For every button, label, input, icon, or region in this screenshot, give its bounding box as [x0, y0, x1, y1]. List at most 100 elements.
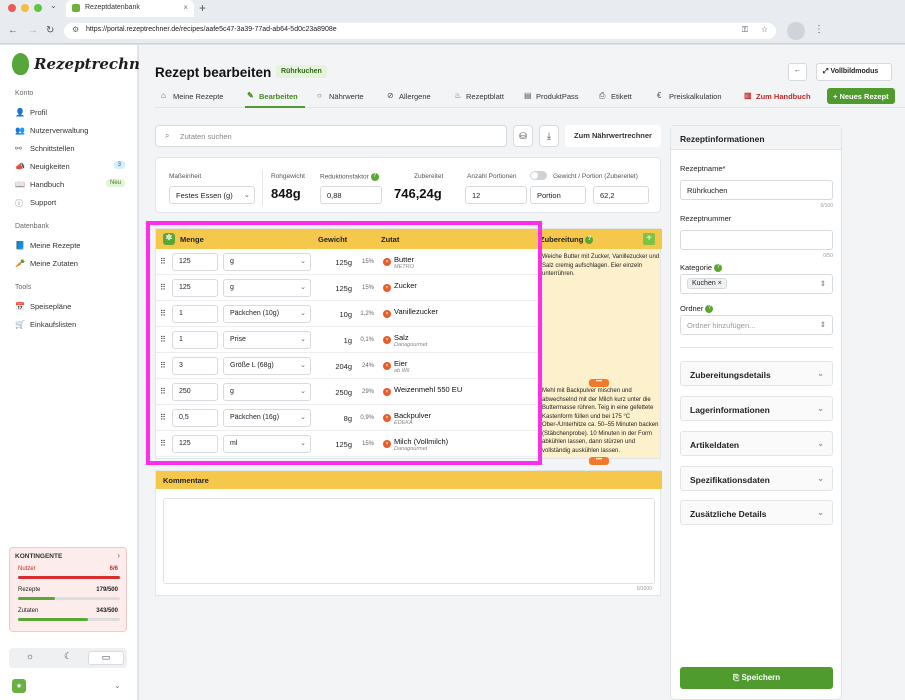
- database-button[interactable]: ⛁: [513, 125, 533, 147]
- ingredient-row[interactable]: ⠿ 3 Größe L (68g) ⌄ 204g 24% × Eier ab Wil: [156, 353, 540, 379]
- tab-meine-rezepte[interactable]: ⌂ Meine Rezepte: [161, 91, 223, 101]
- avatar[interactable]: ●: [12, 679, 26, 693]
- ingredient-name[interactable]: Milch (Vollmilch): [394, 437, 448, 446]
- tab-rezeptblatt[interactable]: ♨ Rezeptblatt: [454, 91, 504, 101]
- app-logo[interactable]: Rezeptrechner: [12, 53, 157, 75]
- remove-ingredient-icon[interactable]: ×: [383, 440, 391, 448]
- portion-weight-input[interactable]: 62,2: [593, 186, 649, 204]
- sidebar-item-profil[interactable]: 👤 Profil: [15, 108, 125, 117]
- maximize-window-button[interactable]: [34, 4, 42, 12]
- recipe-number-input[interactable]: [680, 230, 833, 250]
- nutrition-calculator-button[interactable]: Zum Nährwertrechner: [565, 125, 661, 147]
- ingredient-row[interactable]: ⠿ 125 g ⌄ 125g 15% × Butter METRO: [156, 249, 540, 275]
- drag-handle-icon[interactable]: ⠿: [160, 309, 166, 318]
- portionen-input[interactable]: 12: [465, 186, 527, 204]
- system-theme-monitor-icon[interactable]: ▭: [88, 651, 124, 665]
- sidebar-item-speiseplaene[interactable]: 📅 Speisepläne: [15, 302, 125, 311]
- close-window-button[interactable]: [8, 4, 16, 12]
- remove-ingredient-icon[interactable]: ×: [383, 336, 391, 344]
- reduktionsfaktor-input[interactable]: 0,88: [320, 186, 382, 204]
- profile-icon[interactable]: [787, 22, 805, 40]
- preparation-step-2[interactable]: Mehl mit Backpulver mischen und abwechse…: [542, 387, 660, 455]
- recipe-name-input[interactable]: Rührkuchen: [680, 180, 833, 200]
- amount-input[interactable]: 250: [172, 383, 218, 401]
- handbuch-link[interactable]: ▥ Zum Handbuch: [744, 91, 811, 101]
- dark-theme-moon-icon[interactable]: ☾: [50, 651, 86, 665]
- remove-ingredient-icon[interactable]: ×: [383, 414, 391, 422]
- close-tab-icon[interactable]: ×: [183, 3, 188, 12]
- accordion-zusaetzliche-details[interactable]: Zusätzliche Details ⌄: [680, 500, 833, 525]
- ingredient-search-input[interactable]: ⌕ Zutaten suchen: [155, 125, 507, 147]
- comments-textarea[interactable]: [163, 498, 655, 584]
- address-bar[interactable]: ⚙ https://portal.rezeptrechner.de/recipe…: [64, 23, 776, 39]
- unit-select[interactable]: Prise ⌄: [223, 331, 311, 349]
- ingredient-row[interactable]: ⠿ 125 g ⌄ 125g 15% × Zucker: [156, 275, 540, 301]
- masseinheit-select[interactable]: Festes Essen (g) ⌄: [169, 186, 255, 204]
- sidebar-item-meine-zutaten[interactable]: 🥕 Meine Zutaten: [15, 259, 125, 268]
- ingredient-name[interactable]: Vanillezucker: [394, 307, 438, 316]
- site-info-icon[interactable]: ⚙: [72, 25, 79, 34]
- accordion-lagerinformationen[interactable]: Lagerinformationen ⌄: [680, 396, 833, 421]
- unit-select[interactable]: g ⌄: [223, 383, 311, 401]
- new-tab-icon[interactable]: +: [199, 1, 206, 15]
- tab-preiskalkulation[interactable]: € Preiskalkulation: [657, 91, 722, 101]
- amount-input[interactable]: 1: [172, 331, 218, 349]
- remove-ingredient-icon[interactable]: ×: [383, 310, 391, 318]
- portion-weight-toggle[interactable]: [530, 171, 547, 180]
- tab-etikett[interactable]: ⎙ Etikett: [599, 91, 632, 101]
- unit-select[interactable]: Päckchen (16g) ⌄: [223, 409, 311, 427]
- unit-select[interactable]: Größe L (68g) ⌄: [223, 357, 311, 375]
- sidebar-item-schnittstellen[interactable]: ⚯ Schnittstellen: [15, 144, 125, 153]
- ingredient-row[interactable]: ⠿ 125 ml ⌄ 125g 15% × Milch (Vollmilch) Danagour…: [156, 431, 540, 457]
- remove-ingredient-icon[interactable]: ×: [383, 258, 391, 266]
- back-button[interactable]: ←: [788, 63, 807, 81]
- fullscreen-button[interactable]: ⤢ Vollbildmodus: [816, 63, 892, 81]
- light-theme-sun-icon[interactable]: ☼: [12, 651, 48, 665]
- amount-input[interactable]: 1: [172, 305, 218, 323]
- browser-tab[interactable]: Rezeptdatenbank ×: [66, 0, 194, 17]
- new-recipe-button[interactable]: + Neues Rezept: [827, 88, 895, 104]
- kontingente-panel[interactable]: KONTINGENTE › Nutzer 6/6 Rezepte 179/500 Z…: [9, 547, 127, 632]
- sidebar-item-support[interactable]: ⓘ Support: [15, 198, 125, 208]
- accordion-artikeldaten[interactable]: Artikeldaten ⌄: [680, 431, 833, 456]
- unit-select[interactable]: Päckchen (10g) ⌄: [223, 305, 311, 323]
- drag-handle-icon[interactable]: ⠿: [160, 257, 166, 266]
- tab-produktpass[interactable]: ▤ ProduktPass: [524, 91, 579, 101]
- back-icon[interactable]: ←: [8, 25, 18, 36]
- ingredient-name[interactable]: Weizenmehl 550 EU: [394, 385, 462, 394]
- save-button[interactable]: ⎘ Speichern: [680, 667, 833, 689]
- unit-select[interactable]: ml ⌄: [223, 435, 311, 453]
- settings-icon[interactable]: ✲: [163, 233, 175, 245]
- drag-handle-icon[interactable]: ⠿: [160, 335, 166, 344]
- key-icon[interactable]: ⚿: [742, 25, 748, 35]
- ingredient-row[interactable]: ⠿ 0,5 Päckchen (16g) ⌄ 8g 0,9% × Backpulver EDEK…: [156, 405, 540, 431]
- portion-unit-input[interactable]: Portion: [530, 186, 586, 204]
- ingredient-name[interactable]: Zucker: [394, 281, 417, 290]
- preparation-step-1[interactable]: Weiche Butter mit Zucker, Vanillezucker …: [542, 253, 660, 279]
- drag-handle-icon[interactable]: ⠿: [160, 283, 166, 292]
- ingredient-name[interactable]: Backpulver: [394, 411, 431, 420]
- sidebar-item-einkaufslisten[interactable]: 🛒 Einkaufslisten: [15, 320, 125, 329]
- step-more-button[interactable]: •••: [589, 379, 609, 387]
- forward-icon[interactable]: →: [28, 25, 38, 36]
- browser-menu-icon[interactable]: ⋮: [814, 24, 824, 35]
- drag-handle-icon[interactable]: ⠿: [160, 361, 166, 370]
- amount-input[interactable]: 0,5: [172, 409, 218, 427]
- ingredient-row[interactable]: ⠿ 1 Päckchen (10g) ⌄ 10g 1,2% × Vanillezucker: [156, 301, 540, 327]
- unit-select[interactable]: g ⌄: [223, 279, 311, 297]
- folder-select[interactable]: Ordner hinzufügen... ⇕: [680, 315, 833, 335]
- unit-select[interactable]: g ⌄: [223, 253, 311, 271]
- sidebar-item-meine-rezepte[interactable]: 📘 Meine Rezepte: [15, 241, 125, 250]
- sidebar-item-neuigkeiten[interactable]: 📣 Neuigkeiten 3: [15, 161, 125, 171]
- chevron-down-icon[interactable]: ⌄: [114, 681, 121, 690]
- amount-input[interactable]: 3: [172, 357, 218, 375]
- bookmark-star-icon[interactable]: ☆: [761, 25, 768, 34]
- tab-bearbeiten[interactable]: ✎ Bearbeiten: [247, 91, 298, 101]
- ingredient-name[interactable]: Salz: [394, 333, 409, 342]
- add-step-button[interactable]: +: [643, 233, 655, 245]
- category-select[interactable]: Kuchen × ⇕: [680, 274, 833, 294]
- import-button[interactable]: ⤓: [539, 125, 559, 147]
- ingredient-name[interactable]: Eier: [394, 359, 407, 368]
- accordion-zubereitungsdetails[interactable]: Zubereitungsdetails ⌄: [680, 361, 833, 386]
- minimize-window-button[interactable]: [21, 4, 29, 12]
